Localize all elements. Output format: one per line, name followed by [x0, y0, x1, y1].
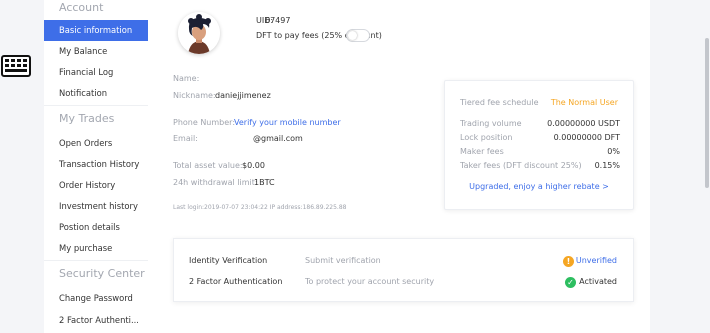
- fee-row-label: Trading volume: [460, 119, 522, 128]
- fee-row-label: Lock position: [460, 133, 513, 142]
- email-value: @gmail.com: [253, 134, 303, 143]
- fee-row-value: 0%: [607, 147, 620, 156]
- keyboard-icon[interactable]: [1, 55, 31, 77]
- upgrade-rebate-link[interactable]: Upgraded, enjoy a higher rebate >: [445, 182, 633, 191]
- 2fa-title: 2 Factor Authentication: [189, 277, 283, 286]
- last-login-info: Last login:2019-07-07 23:04:22 IP addres…: [173, 204, 347, 211]
- dft-fee-toggle[interactable]: [346, 29, 370, 42]
- sidebar-item-my-purchase[interactable]: My purchase: [44, 238, 148, 259]
- sidebar-divider: [44, 105, 148, 106]
- name-label: Name:: [173, 74, 200, 83]
- sidebar-item-transaction-history[interactable]: Transaction History: [44, 154, 148, 175]
- withdrawal-limit-value: 1BTC: [254, 178, 275, 187]
- sidebar-item-notification[interactable]: Notification: [44, 83, 148, 104]
- identity-status-unverified[interactable]: Unverified: [576, 256, 617, 265]
- fee-row-lock-position: Lock position 0.00000000 DFT: [460, 133, 620, 145]
- toggle-knob: [348, 31, 357, 40]
- check-icon: ✓: [565, 277, 576, 288]
- fee-schedule-card: Tiered fee schedule The Normal User Trad…: [444, 80, 634, 210]
- fee-row-maker-fees: Maker fees 0%: [460, 147, 620, 159]
- sidebar-divider: [44, 260, 148, 261]
- sidebar-item-open-orders[interactable]: Open Orders: [44, 133, 148, 154]
- sidebar-item-investment-history[interactable]: Investment history: [44, 196, 148, 217]
- sidebar-item-my-balance[interactable]: My Balance: [44, 41, 148, 62]
- sidebar-item-order-history[interactable]: Order History: [44, 175, 148, 196]
- sidebar-item-change-password[interactable]: Change Password: [44, 288, 148, 309]
- sidebar-group-account: Account: [59, 1, 104, 14]
- submit-verification-link[interactable]: Submit verification: [305, 256, 381, 265]
- 2fa-status-activated: Activated: [579, 277, 617, 286]
- withdrawal-limit-label: 24h withdrawal limit:: [173, 178, 258, 187]
- fee-row-taker-fees: Taker fees (DFT discount 25%) 0.15%: [460, 161, 620, 173]
- warning-icon: !: [563, 256, 574, 267]
- verify-phone-link[interactable]: Verify your mobile number: [234, 118, 341, 127]
- fee-row-value: 0.00000000 DFT: [553, 133, 620, 142]
- fee-row-trading-volume: Trading volume 0.00000000 USDT: [460, 119, 620, 131]
- avatar[interactable]: [178, 12, 220, 54]
- avatar-illustration-icon: [178, 12, 220, 54]
- total-asset-value: $0.00: [242, 161, 265, 170]
- sidebar-item-financial-log[interactable]: Financial Log: [44, 62, 148, 83]
- uid-value: 67497: [265, 16, 291, 25]
- identity-verification-title: Identity Verification: [189, 256, 268, 265]
- sidebar-group-my-trades: My Trades: [59, 112, 115, 125]
- total-asset-label: Total asset value:: [173, 161, 243, 170]
- fee-schedule-label: Tiered fee schedule: [460, 98, 539, 107]
- user-tier-badge: The Normal User: [550, 98, 618, 107]
- 2fa-description: To protect your account security: [305, 277, 435, 286]
- scrollbar-thumb[interactable]: [705, 38, 709, 188]
- fee-row-value: 0.00000000 USDT: [547, 119, 620, 128]
- phone-label: Phone Number:: [173, 118, 236, 127]
- sidebar-item-basic-information[interactable]: Basic information: [44, 20, 148, 41]
- sidebar-group-security-center: Security Center: [59, 267, 145, 280]
- fee-row-label: Taker fees (DFT discount 25%): [460, 161, 582, 170]
- fee-row-value: 0.15%: [594, 161, 620, 170]
- nickname-value: daniejjimenez: [215, 91, 271, 100]
- nickname-label: Nickname:: [173, 91, 216, 100]
- fee-row-label: Maker fees: [460, 147, 504, 156]
- sidebar-item-position-details[interactable]: Postion details: [44, 217, 148, 238]
- security-status-card: Identity Verification Submit verificatio…: [173, 238, 634, 302]
- sidebar: Account Basic information My Balance Fin…: [44, 0, 148, 333]
- email-label: Email:: [173, 134, 198, 143]
- sidebar-item-2fa[interactable]: 2 Factor Authenti...: [44, 310, 148, 331]
